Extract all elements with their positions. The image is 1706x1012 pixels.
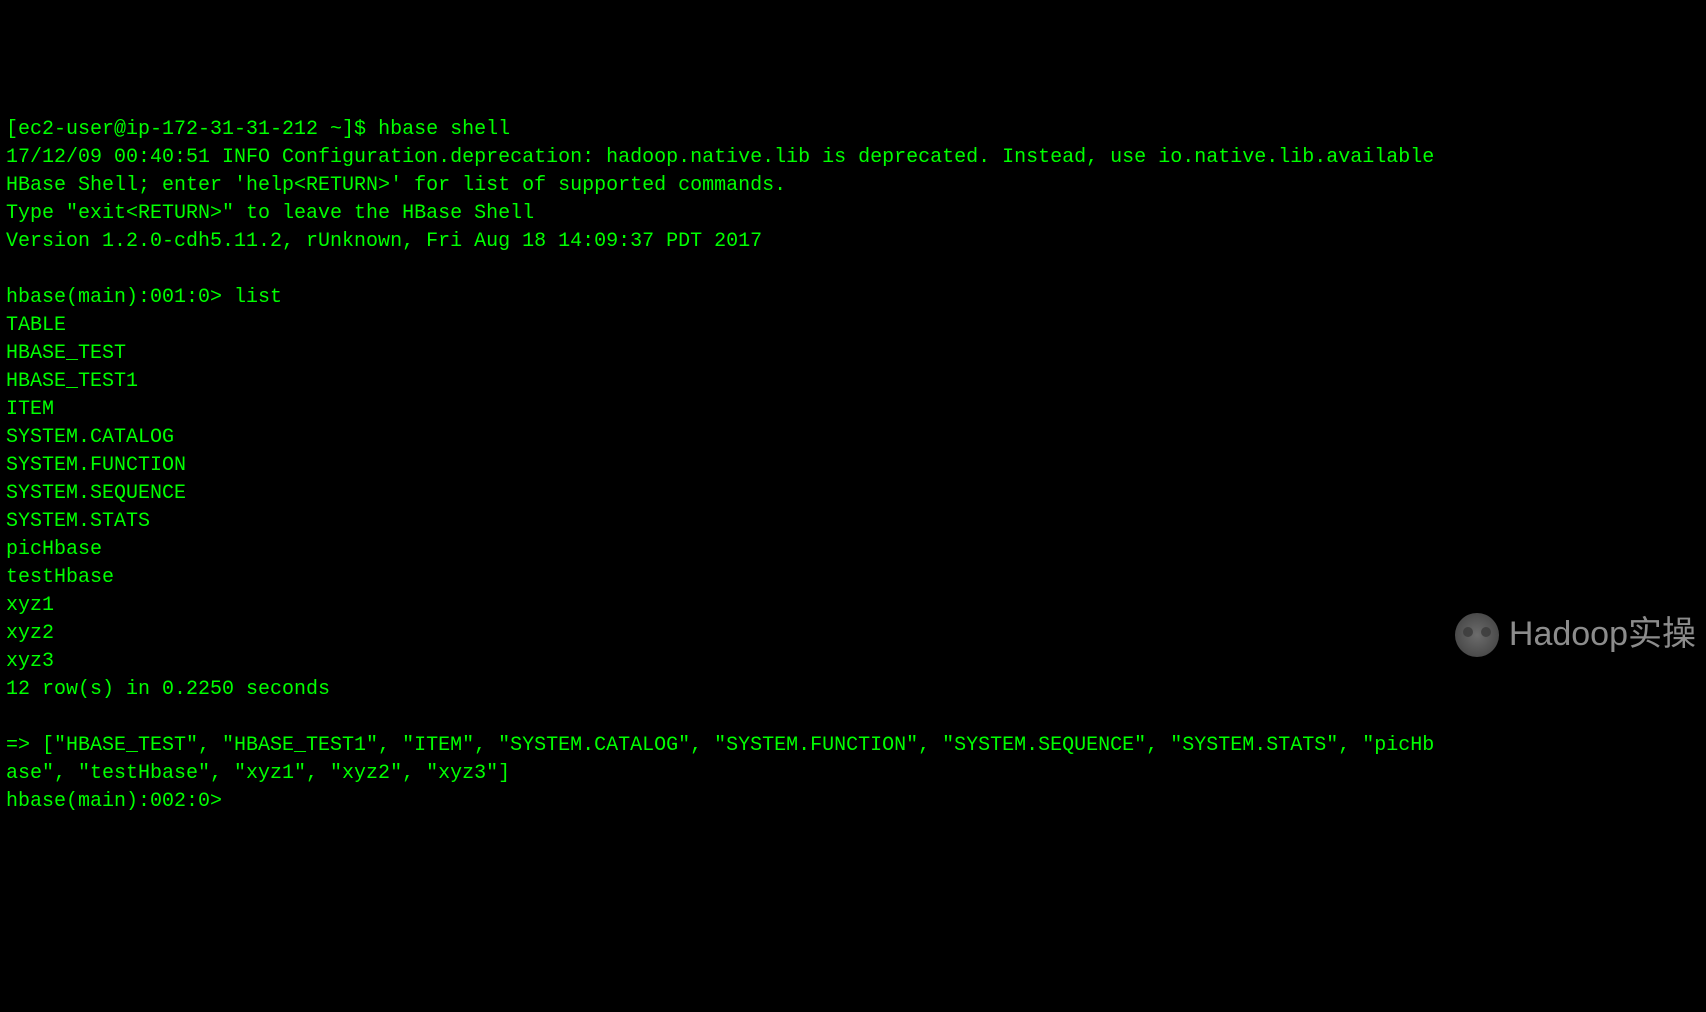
table-header: TABLE bbox=[6, 314, 66, 337]
table-row: ITEM bbox=[6, 398, 54, 421]
table-row: picHbase bbox=[6, 538, 102, 561]
hbase-prompt-line-2: hbase(main):002:0> bbox=[6, 790, 222, 813]
table-row: SYSTEM.STATS bbox=[6, 510, 150, 533]
help-line: HBase Shell; enter 'help<RETURN>' for li… bbox=[6, 174, 786, 197]
table-row: SYSTEM.SEQUENCE bbox=[6, 482, 186, 505]
table-row: xyz2 bbox=[6, 622, 54, 645]
table-row: SYSTEM.FUNCTION bbox=[6, 454, 186, 477]
list-command: list bbox=[234, 286, 282, 309]
version-line: Version 1.2.0-cdh5.11.2, rUnknown, Fri A… bbox=[6, 230, 762, 253]
hbase-prompt-1: hbase(main):001:0> bbox=[6, 286, 234, 309]
info-line: 17/12/09 00:40:51 INFO Configuration.dep… bbox=[6, 146, 1434, 169]
row-count-line: 12 row(s) in 0.2250 seconds bbox=[6, 678, 330, 701]
exit-line: Type "exit<RETURN>" to leave the HBase S… bbox=[6, 202, 534, 225]
shell-command: hbase shell bbox=[378, 118, 510, 141]
table-row: SYSTEM.CATALOG bbox=[6, 426, 174, 449]
table-row: xyz3 bbox=[6, 650, 54, 673]
table-row: HBASE_TEST1 bbox=[6, 370, 138, 393]
terminal-area[interactable]: [ec2-user@ip-172-31-31-212 ~]$ hbase she… bbox=[6, 116, 1700, 816]
hbase-prompt-line-1: hbase(main):001:0> list bbox=[6, 286, 282, 309]
result-line-2: ase", "testHbase", "xyz1", "xyz2", "xyz3… bbox=[6, 762, 510, 785]
table-row: xyz1 bbox=[6, 594, 54, 617]
shell-prompt-line: [ec2-user@ip-172-31-31-212 ~]$ hbase she… bbox=[6, 118, 510, 141]
table-row: testHbase bbox=[6, 566, 114, 589]
shell-prompt: [ec2-user@ip-172-31-31-212 ~]$ bbox=[6, 118, 378, 141]
table-row: HBASE_TEST bbox=[6, 342, 126, 365]
